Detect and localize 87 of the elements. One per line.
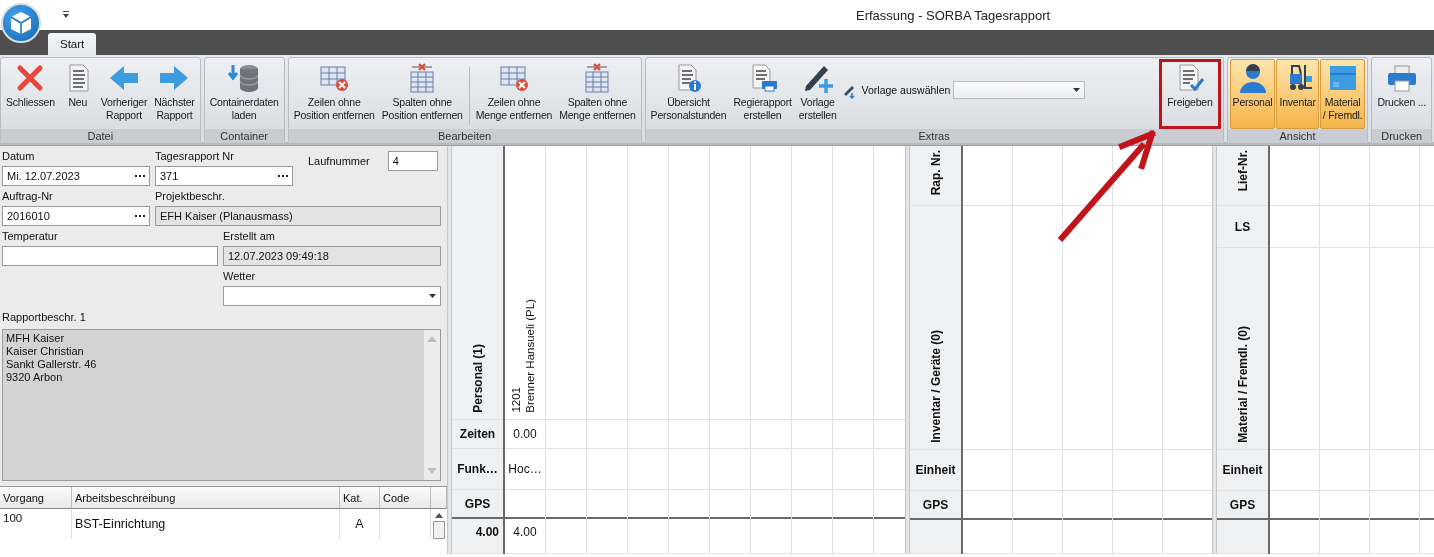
text-line: 9320 Arbon (6, 371, 64, 384)
weather-dropdown[interactable] (223, 286, 441, 306)
group-label: Drucken (1372, 129, 1431, 143)
total-cell: 4.00 (452, 519, 503, 554)
column-header: Rap. Nr. (910, 146, 961, 206)
order-number-field[interactable]: 2016010 (2, 206, 150, 226)
ribbon-button[interactable]: Zeilen ohne Position entfernen (290, 59, 378, 129)
row-header: Inventar / Geräte (0) (910, 206, 961, 450)
ribbon-button[interactable]: Schliessen (3, 59, 58, 129)
field-label: Temperatur (2, 230, 59, 243)
date-field[interactable]: Mi. 12.07.2023 (2, 166, 150, 186)
field-label: Rapportbeschr. 1 (2, 311, 87, 324)
ribbon-button[interactable]: Personal (1229, 59, 1276, 129)
field-label: Erstellt am (223, 230, 276, 243)
description-field[interactable]: MFH Kaiser Kaiser Christian Sankt Gallerstr. 46 9320 Arbon (2, 329, 441, 481)
text-line: MFH Kaiser (6, 332, 66, 345)
column-header[interactable]: Arbeitsbeschreibung (72, 487, 340, 509)
column-header (431, 487, 447, 509)
row-header: Personal (1) (452, 146, 503, 420)
sequence-field[interactable]: 4 (387, 151, 438, 171)
table-cell: 0.00 (505, 420, 545, 449)
ribbon-tab[interactable]: Start (48, 33, 97, 55)
report-number-field[interactable]: 371 (155, 166, 293, 186)
column-header[interactable]: Kat. (340, 487, 380, 509)
scrollbar[interactable] (424, 330, 440, 480)
ribbon-button[interactable]: Vorheriger Rapport (97, 59, 151, 129)
scroll-up-icon[interactable] (434, 513, 444, 519)
row-header: Material / Fremdl. (0) (1217, 248, 1268, 450)
printer-icon (1385, 62, 1418, 94)
column-header: Lief-Nr. (1217, 146, 1268, 206)
database-icon (228, 62, 261, 94)
ribbon-button[interactable]: Spalten ohne Position entfernen (378, 59, 466, 129)
window-title: Erfassung - SORBA Tagesrapport (856, 7, 1051, 23)
ribbon-button[interactable]: Nächster Rapport (151, 59, 198, 129)
row-header: Zeiten (452, 420, 503, 449)
row-header: Funk… (452, 449, 503, 490)
dropdown-caret-icon (429, 294, 436, 298)
ribbon-button[interactable]: Spalten ohne Menge entfernen (556, 59, 639, 129)
scroll-thumb[interactable] (433, 521, 445, 539)
group-label: Extras (645, 129, 1223, 143)
group-label: Ansicht (1227, 129, 1368, 143)
text-line: Kaiser Christian (6, 345, 85, 358)
table-cell: BST-Einrichtung (72, 509, 340, 539)
table-cell: Hoc… (505, 449, 545, 490)
ribbon-button[interactable]: Übersicht Personalstunden (647, 59, 730, 129)
row-header: GPS (910, 491, 961, 520)
template-dropdown[interactable] (953, 81, 1086, 99)
ribbon-button[interactable]: Zeilen ohne Menge entfernen (472, 59, 556, 129)
field-label: Laufnummer (308, 155, 370, 169)
employee-name: Brenner Hansueli (PL) (523, 299, 537, 413)
scroll-up-icon (427, 336, 437, 342)
row-header: Einheit (910, 450, 961, 491)
field-label: Auftrag-Nr (2, 190, 54, 203)
field-label: Tagesrapport Nr (155, 150, 235, 163)
ribbon-button[interactable]: Containerdaten laden (206, 59, 282, 129)
row-header: GPS (1217, 491, 1268, 520)
ribbon-button[interactable]: Inventar (1276, 59, 1319, 129)
table-cell: 4.00 (505, 519, 545, 554)
project-field: EFH Kaiser (Planausmass) (155, 206, 441, 226)
dropdown-caret-icon (1073, 88, 1081, 92)
template-label: Vorlage auswählen (861, 84, 951, 96)
ribbon-button[interactable]: Neu (58, 59, 97, 129)
row-header: Einheit (1217, 450, 1268, 491)
customize-caret-icon[interactable] (62, 11, 70, 19)
ribbon-button[interactable]: Material / Fremdl. (1319, 59, 1366, 129)
text-line: Sankt Gallerstr. 46 (6, 358, 98, 371)
scroll-down-icon (427, 468, 437, 474)
app-menu-button[interactable] (1, 3, 41, 43)
table-cell: 100 (0, 509, 72, 539)
ribbon-button[interactable]: Vorlage erstellen (795, 59, 840, 129)
created-field: 12.07.2023 09:49:18 (223, 246, 441, 266)
temperature-field[interactable] (2, 246, 218, 266)
table-cell: A (340, 509, 380, 539)
employee-number: 1201 (509, 387, 523, 413)
group-label: Container (204, 129, 284, 143)
row-header: GPS (452, 490, 503, 519)
column-header[interactable]: Code (380, 487, 431, 509)
group-label: Bearbeiten (288, 129, 641, 143)
ribbon-button[interactable]: Regierapport erstellen (730, 59, 795, 129)
group-label: Datei (1, 129, 200, 143)
column-header: LS (1217, 206, 1268, 248)
field-label: Wetter (223, 270, 257, 283)
ribbon-button[interactable]: Drucken ... (1374, 59, 1429, 129)
field-label: Datum (2, 150, 36, 163)
field-label: Projektbeschr. (155, 190, 226, 203)
column-header[interactable]: Vorgang (0, 487, 72, 509)
ribbon-button[interactable]: Freigeben (1159, 59, 1221, 129)
